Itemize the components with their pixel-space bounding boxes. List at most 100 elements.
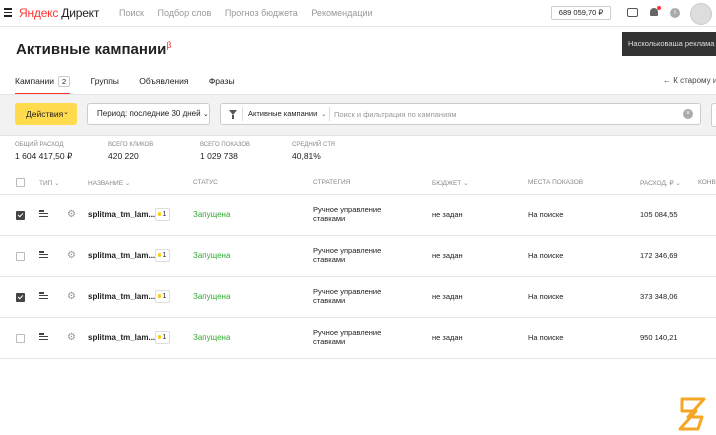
chat-icon[interactable] xyxy=(627,8,638,17)
beta-badge: β xyxy=(166,40,172,50)
notification-dot xyxy=(657,6,661,10)
status-badge: Запущена xyxy=(193,292,231,301)
text-campaign-icon xyxy=(39,333,48,341)
balance-badge[interactable]: 689 059,70 ₽ xyxy=(551,6,611,20)
menu-icon[interactable] xyxy=(4,8,12,17)
logo[interactable]: Яндекс Директ xyxy=(19,6,99,20)
table-row[interactable]: ⚙ splitma_tm_lam... 1 Запущена Ручное уп… xyxy=(0,236,716,277)
spend-value: 950 140,21 xyxy=(640,333,678,342)
text-campaign-icon xyxy=(39,292,48,300)
filter-toolbar: Действия ⌄ Период: последние 30 дней ⌄ Ак… xyxy=(0,94,716,136)
budget-text[interactable]: не задан xyxy=(432,210,463,219)
view-tabs: Кампании 2 Группы Объявления Фразы xyxy=(15,76,253,95)
gear-icon[interactable]: ⚙ xyxy=(67,333,76,343)
nav-keywords[interactable]: Подбор слов xyxy=(157,8,211,18)
col-spend[interactable]: Расход, ₽ ⌄ xyxy=(640,179,681,187)
divider xyxy=(242,107,243,121)
filter-chip[interactable]: Активные кампании ⌄ xyxy=(248,109,326,118)
search-input[interactable]: Поиск и фильтрация по кампаниям xyxy=(334,110,456,119)
text-campaign-icon xyxy=(39,251,48,259)
places-text: На поиске xyxy=(528,210,564,219)
budget-text[interactable]: не задан xyxy=(432,333,463,342)
row-checkbox[interactable] xyxy=(16,293,25,302)
tab-phrases[interactable]: Фразы xyxy=(209,76,235,94)
campaign-name[interactable]: splitma_tm_lam... xyxy=(88,292,155,301)
chevron-down-icon: ⌄ xyxy=(54,180,60,187)
status-badge: Запущена xyxy=(193,251,231,260)
filter-box[interactable]: Активные кампании ⌄ Поиск и фильтрация по… xyxy=(220,103,701,125)
settings-button[interactable] xyxy=(711,103,716,127)
campaign-name[interactable]: splitma_tm_lam... xyxy=(88,251,155,260)
top-bar: Яндекс Директ Поиск Подбор слов Прогноз … xyxy=(0,0,716,27)
strategy-text[interactable]: Ручное управление ставками xyxy=(313,287,403,305)
chevron-down-icon: ⌄ xyxy=(124,180,131,187)
spend-value: 172 346,69 xyxy=(640,251,678,260)
tab-campaigns[interactable]: Кампании 2 xyxy=(15,76,71,95)
col-places[interactable]: Места показов xyxy=(528,179,583,186)
select-all-checkbox[interactable] xyxy=(16,178,25,187)
tab-ads[interactable]: Объявления xyxy=(139,76,188,94)
nav-forecast[interactable]: Прогноз бюджета xyxy=(225,8,298,18)
col-type[interactable]: Тип ⌄ xyxy=(39,179,60,187)
places-text: На поиске xyxy=(528,333,564,342)
status-badge: Запущена xyxy=(193,210,231,219)
old-interface-link[interactable]: ← К старому и xyxy=(663,76,716,85)
period-select[interactable]: Период: последние 30 дней ⌄ xyxy=(87,103,210,125)
places-text: На поиске xyxy=(528,292,564,301)
row-checkbox[interactable] xyxy=(16,334,25,343)
bell-icon[interactable] xyxy=(650,6,661,17)
recommendation-badge[interactable]: 1 xyxy=(155,249,170,262)
table-row[interactable]: ⚙ splitma_tm_lam... 1 Запущена Ручное уп… xyxy=(0,277,716,318)
stat-average-ctr: Средний CTR 40,81% xyxy=(292,142,336,161)
spend-value: 105 084,55 xyxy=(640,210,678,219)
col-name[interactable]: Название ⌄ xyxy=(88,179,130,187)
col-status[interactable]: Статус xyxy=(193,179,218,186)
recommendation-badge[interactable]: 1 xyxy=(155,331,170,344)
budget-text[interactable]: не задан xyxy=(432,251,463,260)
strategy-text[interactable]: Ручное управление ставками xyxy=(313,246,403,264)
chevron-down-icon: ⌄ xyxy=(321,112,327,118)
col-conversions[interactable]: Конв xyxy=(698,179,716,186)
col-strategy[interactable]: Стратегия xyxy=(313,179,350,186)
recommendation-badge[interactable]: 1 xyxy=(155,290,170,303)
places-text: На поиске xyxy=(528,251,564,260)
recommendation-badge[interactable]: 1 xyxy=(155,208,170,221)
stat-total-impressions: Всего показов 1 029 738 xyxy=(200,142,251,161)
row-checkbox[interactable] xyxy=(16,252,25,261)
status-badge: Запущена xyxy=(193,333,231,342)
chevron-down-icon: ⌄ xyxy=(63,109,69,116)
info-icon[interactable]: i xyxy=(670,8,680,18)
table-row[interactable]: ⚙ splitma_tm_lam... 1 Запущена Ручное уп… xyxy=(0,318,716,359)
spend-value: 373 348,06 xyxy=(640,292,678,301)
tab-count: 2 xyxy=(58,76,71,87)
chevron-down-icon: ⌄ xyxy=(675,180,681,187)
table-header: Тип ⌄ Название ⌄ Статус Стратегия Бюджет… xyxy=(0,170,716,195)
row-checkbox[interactable] xyxy=(16,211,25,220)
gear-icon[interactable]: ⚙ xyxy=(67,210,76,220)
actions-button[interactable]: Действия ⌄ xyxy=(15,103,77,125)
gear-icon[interactable]: ⚙ xyxy=(67,251,76,261)
strategy-text[interactable]: Ручное управление ставками xyxy=(313,205,403,223)
watermark-logo xyxy=(678,397,706,431)
avatar[interactable] xyxy=(690,3,712,25)
clear-icon[interactable]: × xyxy=(683,109,693,119)
nav-search[interactable]: Поиск xyxy=(119,8,144,18)
budget-text[interactable]: не задан xyxy=(432,292,463,301)
tab-groups[interactable]: Группы xyxy=(91,76,119,94)
stat-total-clicks: Всего кликов 420 220 xyxy=(108,142,154,161)
campaign-name[interactable]: splitma_tm_lam... xyxy=(88,210,155,219)
campaign-name[interactable]: splitma_tm_lam... xyxy=(88,333,155,342)
col-budget[interactable]: Бюджет ⌄ xyxy=(432,179,469,187)
gear-icon[interactable]: ⚙ xyxy=(67,292,76,302)
chevron-down-icon: ⌄ xyxy=(202,111,209,118)
strategy-text[interactable]: Ручное управление ставками xyxy=(313,328,403,346)
text-campaign-icon xyxy=(39,210,48,218)
divider xyxy=(329,107,330,121)
stat-total-spend: Общий расход 1 604 417,50 ₽ xyxy=(15,142,73,161)
table-row[interactable]: ⚙ splitma_tm_lam... 1 Запущена Ручное уп… xyxy=(0,195,716,236)
filter-icon[interactable] xyxy=(229,110,237,119)
nav-recommendations[interactable]: Рекомендации xyxy=(311,8,372,18)
page-title: Активные кампанииβ xyxy=(16,40,172,58)
chevron-down-icon: ⌄ xyxy=(463,180,469,187)
survey-toast[interactable]: Наскольковаша реклама э xyxy=(622,32,716,56)
